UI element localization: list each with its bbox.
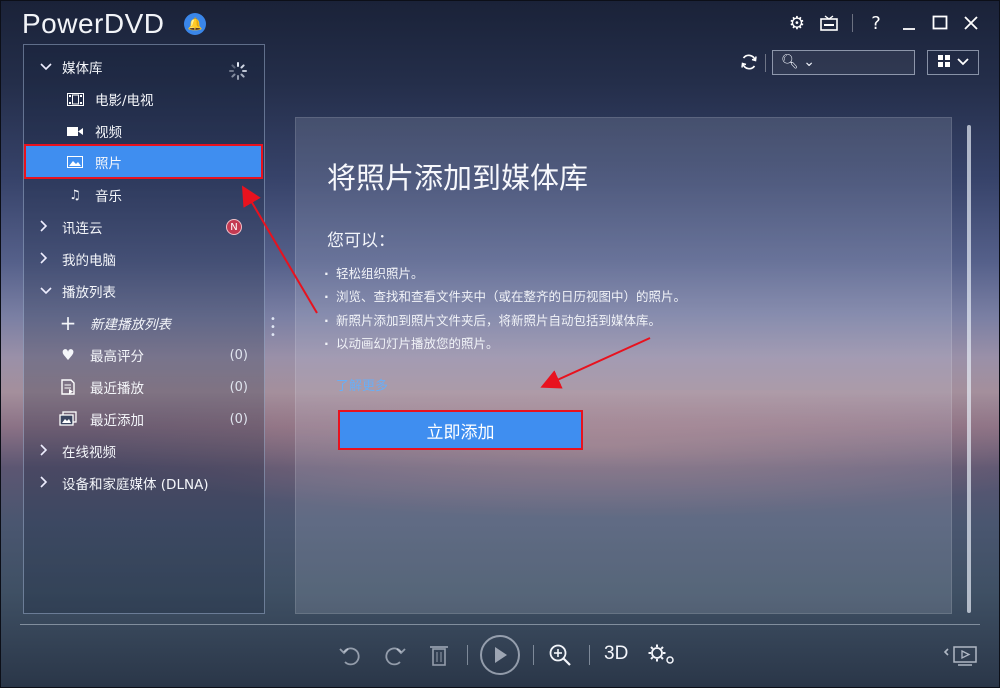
minimize-icon[interactable] <box>895 10 923 36</box>
sidebar-item-videos[interactable]: 视频 <box>24 115 264 147</box>
sidebar-item-dlna[interactable]: 设备和家庭媒体 (DLNA) <box>24 467 264 499</box>
redo-icon[interactable] <box>381 640 409 670</box>
add-now-button[interactable]: 立即添加 <box>338 410 583 450</box>
chevron-right-icon <box>40 443 54 459</box>
sidebar-item-label: 新建播放列表 <box>90 317 171 333</box>
sidebar-item-recently-played[interactable]: 最近播放 (0) <box>24 371 264 403</box>
item-count: (0) <box>229 411 248 427</box>
sidebar-item-label: 设备和家庭媒体 (DLNA) <box>62 477 209 493</box>
3d-button[interactable]: 3D <box>604 643 628 665</box>
list-item: 轻松组织照片。 <box>324 262 686 285</box>
sidebar-item-label: 最近播放 <box>90 381 144 397</box>
sidebar-item-label: 讯连云 <box>62 221 103 237</box>
list-item: 新照片添加到照片文件夹后，将新照片自动包括到媒体库。 <box>324 309 686 332</box>
chevron-right-icon <box>40 251 54 267</box>
mini-player-icon[interactable] <box>938 640 982 670</box>
heart-icon: ♥ <box>61 346 75 364</box>
sidebar-item-label: 最高评分 <box>90 349 144 365</box>
toolbar-separator <box>765 54 766 72</box>
sidebar-resize-handle[interactable]: • • • <box>270 315 276 341</box>
sidebar-item-label: 音乐 <box>95 189 122 205</box>
sidebar-item-top-rated[interactable]: ♥ 最高评分 (0) <box>24 339 264 371</box>
learn-more-link[interactable]: 了解更多 <box>336 375 388 394</box>
main-content-panel: 将照片添加到媒体库 您可以： 轻松组织照片。 浏览、查找和查看文件夹中（或在整齐… <box>295 117 952 614</box>
film-icon <box>66 92 84 106</box>
sidebar-item-label: 媒体库 <box>62 61 103 77</box>
scrollbar[interactable] <box>967 125 971 613</box>
sidebar: 媒体库 电影/电视 视频 照片 ♫ 音乐 讯连云 N 我的电脑 播放列表 + 新… <box>23 44 265 614</box>
music-note-icon: ♫ <box>69 187 81 203</box>
bottom-separator <box>467 645 468 665</box>
settings-gear-icon[interactable]: ⚙ <box>783 10 811 36</box>
recent-play-icon <box>59 379 77 395</box>
bottom-divider <box>20 624 980 625</box>
sidebar-item-new-playlist[interactable]: + 新建播放列表 <box>24 307 264 339</box>
list-item: 浏览、查找和查看文件夹中（或在整齐的日历视图中）的照片。 <box>324 285 686 308</box>
bottom-separator <box>589 645 590 665</box>
new-badge: N <box>226 219 242 235</box>
recent-add-icon <box>59 411 77 426</box>
sidebar-item-label: 最近添加 <box>90 413 144 429</box>
sidebar-item-media-library[interactable]: 媒体库 <box>24 51 264 83</box>
sidebar-item-my-computer[interactable]: 我的电脑 <box>24 243 264 275</box>
trash-icon[interactable] <box>426 640 452 670</box>
title-separator <box>852 14 853 32</box>
close-icon[interactable] <box>957 10 985 36</box>
bottom-separator <box>533 645 534 665</box>
loading-spinner-icon <box>228 61 248 85</box>
sidebar-item-label: 电影/电视 <box>95 93 154 109</box>
sidebar-item-playlists[interactable]: 播放列表 <box>24 275 264 307</box>
page-subtitle: 您可以： <box>327 231 395 251</box>
sidebar-item-movies-tv[interactable]: 电影/电视 <box>24 83 264 115</box>
refresh-icon[interactable] <box>735 49 763 75</box>
settings-gears-icon[interactable] <box>646 640 678 670</box>
chevron-down-icon <box>40 284 54 298</box>
sidebar-item-label: 我的电脑 <box>62 253 116 269</box>
undo-icon[interactable] <box>336 640 364 670</box>
search-input[interactable]: 🔍︎ ⌄ <box>772 50 915 75</box>
sidebar-item-music[interactable]: ♫ 音乐 <box>24 179 264 211</box>
feature-list: 轻松组织照片。 浏览、查找和查看文件夹中（或在整齐的日历视图中）的照片。 新照片… <box>324 262 686 356</box>
zoom-in-icon[interactable] <box>546 640 574 670</box>
tv-mode-icon[interactable] <box>815 10 843 36</box>
chevron-right-icon <box>40 219 54 235</box>
play-button[interactable] <box>480 635 520 675</box>
plus-icon: + <box>59 311 77 335</box>
photo-icon <box>66 155 84 169</box>
view-mode-button[interactable] <box>927 50 979 75</box>
search-icon: 🔍︎ ⌄ <box>781 54 815 70</box>
sidebar-item-cloud[interactable]: 讯连云 N <box>24 211 264 243</box>
sidebar-item-label: 视频 <box>95 125 122 141</box>
notification-bell-icon[interactable]: 🔔 <box>184 13 206 35</box>
sidebar-item-label: 播放列表 <box>62 285 116 301</box>
sidebar-item-label: 在线视频 <box>62 445 116 461</box>
help-icon[interactable]: ? <box>862 10 890 36</box>
item-count: (0) <box>229 379 248 395</box>
video-camera-icon <box>66 124 84 138</box>
item-count: (0) <box>229 347 248 363</box>
chevron-down-icon <box>40 60 54 74</box>
app-logo: PowerDVD <box>22 8 165 39</box>
sidebar-item-online-video[interactable]: 在线视频 <box>24 435 264 467</box>
sidebar-item-photos[interactable]: 照片 <box>24 144 263 179</box>
maximize-icon[interactable] <box>926 10 954 36</box>
page-title: 将照片添加到媒体库 <box>327 161 589 195</box>
sidebar-item-label: 照片 <box>95 155 122 172</box>
grid-view-icon <box>937 54 951 72</box>
list-item: 以动画幻灯片播放您的照片。 <box>324 332 686 355</box>
chevron-down-icon <box>957 55 969 70</box>
chevron-right-icon <box>40 475 54 491</box>
sidebar-item-recently-added[interactable]: 最近添加 (0) <box>24 403 264 435</box>
